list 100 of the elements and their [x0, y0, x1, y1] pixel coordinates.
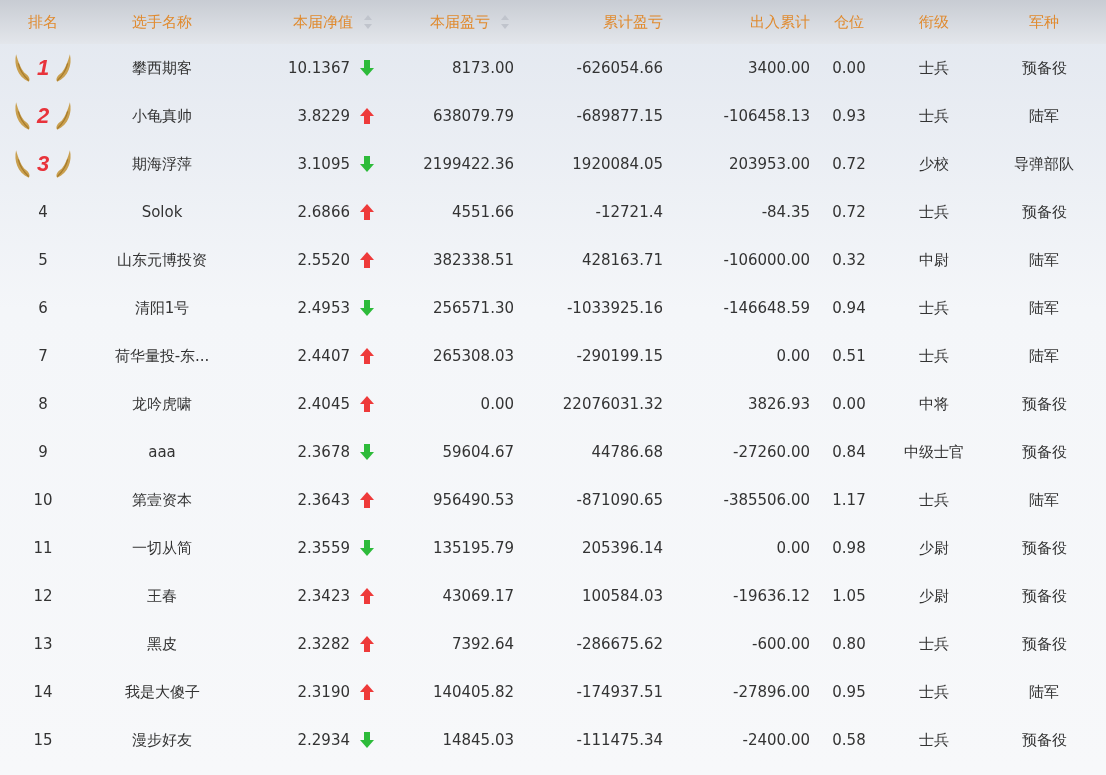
name-cell: 荷华量投-东... — [114, 346, 210, 366]
column-header: 排名 — [28, 12, 58, 32]
profit-cell: 256571.30 — [432, 299, 514, 317]
position-cell: 1.17 — [832, 491, 866, 509]
column-header: 本届盈亏 — [430, 12, 490, 32]
name-cell: 第壹资本 — [132, 490, 192, 510]
branch-cell: 陆军 — [1029, 682, 1059, 702]
position-cell: 0.00 — [832, 395, 866, 413]
position-cell: 1.05 — [832, 587, 866, 605]
title-cell: 士兵 — [919, 730, 949, 750]
rank-number: 13 — [33, 635, 53, 653]
column-header: 衔级 — [919, 12, 949, 32]
column-header: 累计盈亏 — [603, 12, 663, 32]
rank-number: 11 — [33, 539, 53, 557]
flow-cell: -27260.00 — [733, 443, 810, 461]
position-cell: 0.32 — [832, 251, 866, 269]
cumulative-cell: 44786.68 — [591, 443, 663, 461]
name-cell: 王春 — [147, 586, 177, 606]
net-value-cell: 2.3423 — [297, 587, 350, 605]
profit-cell: 956490.53 — [432, 491, 514, 509]
title-cell: 士兵 — [919, 346, 949, 366]
title-cell: 少校 — [919, 154, 949, 174]
flow-cell: -146648.59 — [723, 299, 810, 317]
cumulative-cell: 428163.71 — [581, 251, 663, 269]
cumulative-cell: -286675.62 — [576, 635, 663, 653]
profit-cell: 382338.51 — [432, 251, 514, 269]
rank-number: 15 — [33, 731, 53, 749]
flow-cell: -385506.00 — [723, 491, 810, 509]
rank-number: 14 — [33, 683, 53, 701]
title-cell: 士兵 — [919, 682, 949, 702]
cumulative-cell: 1920084.05 — [572, 155, 663, 173]
rank-number: 5 — [38, 251, 48, 269]
title-cell: 士兵 — [919, 58, 949, 78]
flow-cell: 3400.00 — [747, 59, 810, 77]
position-cell: 0.72 — [832, 203, 866, 221]
net-value-cell: 3.8229 — [297, 107, 350, 125]
cumulative-cell: -689877.15 — [576, 107, 663, 125]
position-cell: 0.93 — [832, 107, 866, 125]
flow-cell: -106458.13 — [723, 107, 810, 125]
flow-cell: 0.00 — [776, 539, 810, 557]
profit-cell: 0.00 — [480, 395, 514, 413]
profit-cell: 4551.66 — [451, 203, 514, 221]
column-header: 本届净值 — [293, 12, 353, 32]
column-header: 军种 — [1029, 12, 1059, 32]
profit-cell: 140405.82 — [432, 683, 514, 701]
net-value-cell: 2.4953 — [297, 299, 350, 317]
title-cell: 士兵 — [919, 202, 949, 222]
sort-icon[interactable] — [363, 14, 373, 30]
net-value-cell: 2.6866 — [297, 203, 350, 221]
flow-cell: -84.35 — [761, 203, 810, 221]
cumulative-cell: -111475.34 — [576, 731, 663, 749]
net-value-cell: 2.3678 — [297, 443, 350, 461]
net-value-cell: 2.3559 — [297, 539, 350, 557]
profit-cell: 7392.64 — [451, 635, 514, 653]
profit-cell: 43069.17 — [442, 587, 514, 605]
net-value-cell: 2.3643 — [297, 491, 350, 509]
cumulative-cell: -290199.15 — [576, 347, 663, 365]
cumulative-cell: 205396.14 — [581, 539, 663, 557]
position-cell: 0.95 — [832, 683, 866, 701]
branch-cell: 预备役 — [1021, 538, 1067, 558]
name-cell: 小龟真帅 — [132, 106, 192, 126]
flow-cell: 3826.93 — [747, 395, 810, 413]
position-cell: 0.84 — [832, 443, 866, 461]
branch-cell: 预备役 — [1021, 442, 1067, 462]
branch-cell: 陆军 — [1029, 250, 1059, 270]
net-value-cell: 2.3282 — [297, 635, 350, 653]
net-value-cell: 10.1367 — [287, 59, 350, 77]
name-cell: 漫步好友 — [132, 730, 192, 750]
title-cell: 士兵 — [919, 106, 949, 126]
rank-number: 4 — [38, 203, 48, 221]
name-cell: 山东元博投资 — [117, 250, 207, 270]
branch-cell: 陆军 — [1029, 346, 1059, 366]
net-value-cell: 2.3190 — [297, 683, 350, 701]
title-cell: 少尉 — [919, 538, 949, 558]
branch-cell: 预备役 — [1021, 586, 1067, 606]
profit-cell: 265308.03 — [432, 347, 514, 365]
column-header: 选手名称 — [132, 12, 192, 32]
sort-icon[interactable] — [500, 14, 510, 30]
branch-cell: 预备役 — [1021, 202, 1067, 222]
position-cell: 0.58 — [832, 731, 866, 749]
profit-cell: 59604.67 — [442, 443, 514, 461]
title-cell: 士兵 — [919, 634, 949, 654]
profit-cell: 8173.00 — [451, 59, 514, 77]
cumulative-cell: 100584.03 — [581, 587, 663, 605]
profit-cell: 638079.79 — [432, 107, 514, 125]
rank-number: 1 — [36, 55, 50, 81]
name-cell: 期海浮萍 — [132, 154, 192, 174]
name-cell: 黑皮 — [147, 634, 177, 654]
branch-cell: 导弹部队 — [1014, 154, 1074, 174]
rank-number: 8 — [38, 395, 48, 413]
branch-cell: 预备役 — [1021, 730, 1067, 750]
name-cell: Solok — [141, 203, 183, 221]
title-cell: 少尉 — [919, 586, 949, 606]
profit-cell: 14845.03 — [442, 731, 514, 749]
cumulative-cell: -1033925.16 — [566, 299, 663, 317]
branch-cell: 预备役 — [1021, 634, 1067, 654]
column-header: 仓位 — [834, 12, 864, 32]
name-cell: 我是大傻子 — [124, 682, 200, 702]
name-cell: 攀西期客 — [132, 58, 192, 78]
name-cell: 龙吟虎啸 — [132, 394, 192, 414]
